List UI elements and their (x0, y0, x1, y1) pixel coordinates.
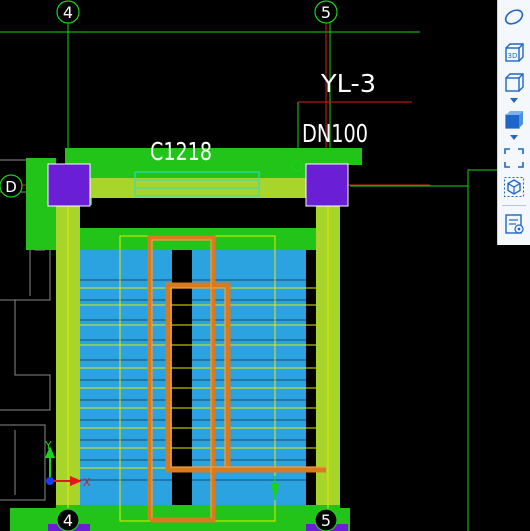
svg-text:4: 4 (63, 511, 73, 530)
cad-canvas[interactable]: 4 5 D C1218 YL-3 DN100 4 5 Y X (0, 0, 530, 531)
window-label: C1218 (150, 137, 212, 166)
svg-text:D: D (5, 178, 17, 196)
chevron-down-icon[interactable] (509, 97, 519, 105)
axis-bubble-top-left: 4 (56, 0, 80, 24)
zoom-extents-button[interactable] (501, 145, 527, 171)
3d-cube-icon: 3D (505, 43, 524, 62)
riser-label: YL-3 (320, 69, 376, 98)
isolate-cube-icon (504, 177, 524, 197)
box-view-button[interactable] (501, 70, 527, 96)
ucs-x-label: X (83, 476, 91, 489)
shaded-box-button[interactable] (501, 107, 527, 133)
ucs-y-label: Y (44, 439, 52, 452)
orbit-button[interactable] (501, 4, 527, 30)
axis-bubble-bottom-right: 5 (314, 508, 338, 531)
column-5d (305, 163, 349, 207)
column-4d (47, 163, 91, 207)
chevron-down-icon-2[interactable] (509, 134, 519, 142)
zoom-extents-icon (504, 148, 524, 168)
svg-text:3D: 3D (508, 52, 518, 60)
orbit-icon (504, 9, 524, 25)
svg-text:4: 4 (63, 3, 73, 22)
properties-view-button[interactable] (501, 211, 527, 237)
svg-text:5: 5 (321, 511, 331, 530)
box-view-icon (505, 73, 524, 92)
toolbar-separator (502, 205, 526, 206)
axis-bubble-top-right: 5 (314, 0, 338, 24)
axis-bubble-row-d: D (0, 174, 23, 198)
properties-view-icon (505, 214, 524, 234)
stair-flights (80, 235, 316, 522)
isolate-button[interactable] (501, 174, 527, 200)
view-3d-button[interactable]: 3D (501, 40, 527, 66)
shaded-box-icon (505, 111, 523, 129)
view-toolbar: 3D (497, 0, 530, 245)
svg-text:5: 5 (321, 3, 331, 22)
axis-bubble-bottom-left: 4 (56, 508, 80, 531)
pipe-label: DN100 (302, 119, 368, 148)
